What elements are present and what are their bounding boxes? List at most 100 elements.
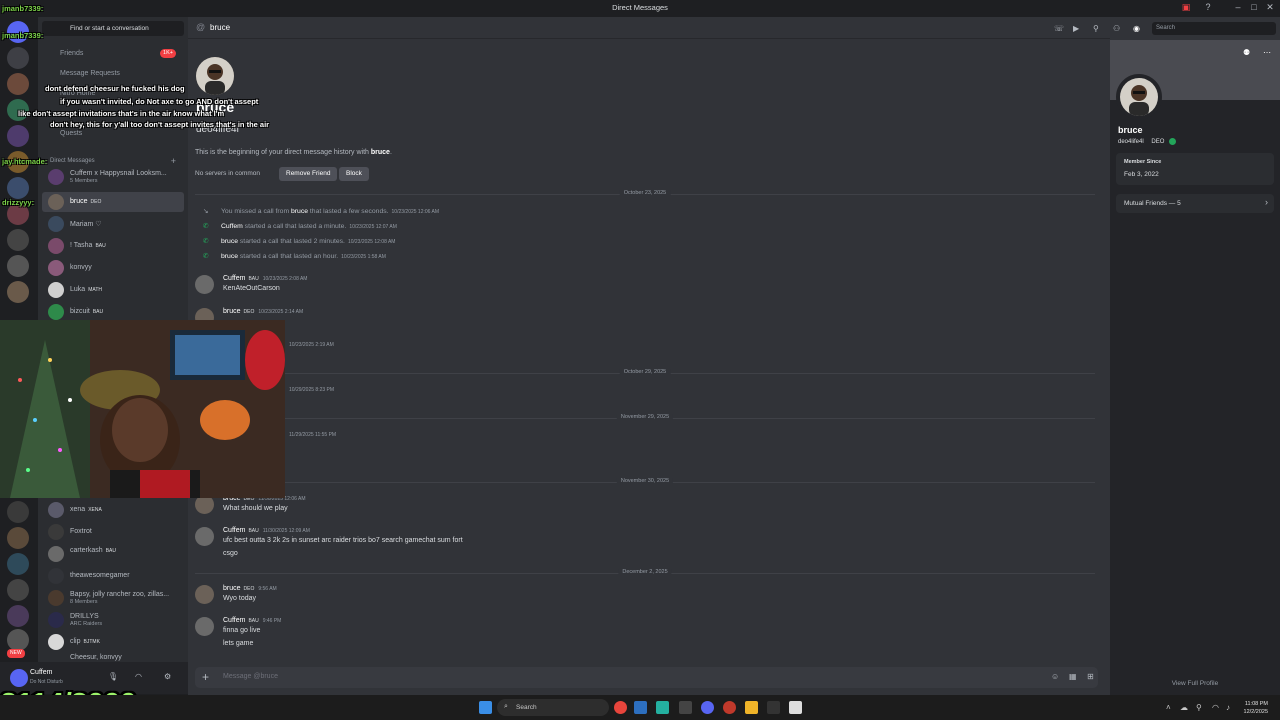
dm-item[interactable]: Bapsy, jolly rancher zoo, zillas... 8 Me… — [42, 588, 184, 608]
call-user[interactable]: bruce — [221, 238, 238, 245]
server-icon[interactable] — [7, 579, 29, 601]
mutual-friends-row[interactable]: Mutual Friends — 5 › — [1116, 194, 1274, 213]
profile-tag: DEO — [1151, 139, 1165, 146]
app-icon[interactable] — [634, 701, 647, 714]
microphone-icon[interactable]: 🎙 — [108, 672, 118, 682]
nav-quests[interactable]: Quests — [42, 126, 184, 142]
nav-message-requests[interactable]: Message Requests — [42, 66, 184, 82]
dm-item[interactable]: Mariam ♡ — [42, 214, 184, 234]
app-icon[interactable] — [679, 701, 692, 714]
dm-item[interactable]: xena XENA — [42, 500, 184, 520]
video-call-icon[interactable]: ▶ — [1073, 24, 1083, 34]
dm-item[interactable]: bizcuit BAU — [42, 302, 184, 322]
server-icon[interactable] — [7, 553, 29, 575]
block-button[interactable]: Block — [339, 167, 369, 181]
add-friends-icon[interactable]: ⚇ — [1113, 24, 1120, 33]
user-avatar[interactable] — [10, 669, 28, 687]
more-options-icon[interactable]: ⋯ — [1263, 48, 1271, 57]
tray-icon[interactable]: ⚲ — [1196, 703, 1202, 712]
author-name[interactable]: bruce — [223, 308, 241, 315]
dm-item[interactable]: Luka MATH — [42, 280, 184, 300]
app-icon[interactable] — [656, 701, 669, 714]
server-icon[interactable] — [7, 73, 29, 95]
dm-item[interactable]: Foxtrot — [42, 522, 184, 542]
clock[interactable]: 11:08 PM 12/2/2025 — [1244, 700, 1268, 716]
dm-item[interactable]: konvyy — [42, 258, 184, 278]
message-composer[interactable]: + Message @bruce ☺ ▦ ⊞ — [195, 667, 1098, 688]
profile-toggle-icon[interactable]: ◉ — [1133, 24, 1140, 33]
author-name[interactable]: bruce — [223, 585, 241, 592]
create-dm-icon[interactable]: + — [171, 156, 176, 166]
file-explorer-icon[interactable] — [745, 701, 758, 714]
volume-icon[interactable]: ♪ — [1226, 703, 1230, 712]
dm-item[interactable]: theawesomegamer — [42, 566, 184, 586]
dm-item-bruce[interactable]: bruce DEO — [42, 192, 184, 212]
terminal-icon[interactable] — [767, 701, 780, 714]
dm-item[interactable]: DRILLYS ARC Raiders — [42, 610, 184, 630]
avatar[interactable] — [195, 617, 214, 636]
call-user[interactable]: bruce — [221, 253, 238, 260]
member-since-label: Member Since — [1124, 159, 1162, 165]
close-button[interactable]: ✕ — [1264, 2, 1276, 14]
wifi-icon[interactable]: ◠ — [1212, 703, 1219, 712]
server-icon[interactable] — [7, 255, 29, 277]
voice-call-icon[interactable]: ☏ — [1054, 24, 1064, 34]
add-friend-icon[interactable]: ⚉ — [1243, 48, 1250, 57]
search-input[interactable]: Search — [1152, 22, 1276, 35]
timestamp: 10/29/2025 8:23 PM — [289, 387, 335, 393]
dm-item[interactable]: ! Tasha BAU — [42, 236, 184, 256]
avatar[interactable] — [195, 275, 214, 294]
server-icon[interactable] — [7, 47, 29, 69]
server-icon[interactable] — [7, 203, 29, 225]
avatar[interactable] — [195, 527, 214, 546]
nav-friends[interactable]: Friends 1K+ — [42, 46, 184, 62]
server-icon[interactable] — [7, 229, 29, 251]
help-icon[interactable]: ? — [1202, 2, 1214, 14]
minimize-button[interactable]: – — [1232, 2, 1244, 14]
settings-gear-icon[interactable]: ⚙ — [164, 672, 174, 682]
server-icon[interactable] — [7, 177, 29, 199]
taskbar-search[interactable]: ⌕ Search — [497, 699, 609, 716]
headphones-icon[interactable]: ◠ — [135, 672, 145, 682]
dm-item[interactable]: Cheesur, konvyy — [42, 653, 184, 662]
app-icon[interactable] — [789, 701, 802, 714]
dm-item[interactable]: carterkash BAU — [42, 544, 184, 564]
author-name[interactable]: Cuffem — [223, 527, 245, 534]
server-icon[interactable] — [7, 281, 29, 303]
sticker-icon[interactable]: ▦ — [1069, 672, 1080, 683]
emoji-icon[interactable]: ☺ — [1051, 672, 1062, 683]
author-name[interactable]: Cuffem — [223, 275, 245, 282]
server-icon[interactable] — [7, 501, 29, 523]
server-icon[interactable] — [7, 605, 29, 627]
dm-item[interactable]: Cuffem x Happysnail Looksm... 5 Members — [42, 167, 184, 187]
app-icon[interactable] — [723, 701, 736, 714]
discord-home-icon[interactable] — [7, 21, 29, 43]
inbox-icon[interactable]: ▣ — [1180, 2, 1192, 14]
dm-name: konvyy — [70, 264, 92, 271]
dm-section-header: Direct Messages + — [50, 156, 184, 166]
at-icon: @ — [196, 22, 206, 32]
server-icon[interactable] — [7, 629, 29, 651]
call-user[interactable]: Cuffem — [221, 223, 243, 230]
server-icon[interactable] — [7, 151, 29, 173]
dm-item[interactable]: clip BJTMK — [42, 632, 184, 652]
find-conversation-input[interactable]: Find or start a conversation — [42, 21, 184, 36]
server-icon[interactable] — [7, 527, 29, 549]
server-icon[interactable] — [7, 125, 29, 147]
server-icon[interactable] — [7, 99, 29, 121]
attach-plus-icon[interactable]: + — [202, 671, 214, 683]
maximize-button[interactable]: □ — [1248, 2, 1260, 14]
tray-icon[interactable]: ☁ — [1180, 703, 1188, 712]
apps-icon[interactable]: ⊞ — [1087, 672, 1098, 683]
pin-icon[interactable]: ⚲ — [1093, 24, 1103, 34]
chrome-icon[interactable] — [614, 701, 627, 714]
chevron-up-icon[interactable]: ˄ — [1166, 703, 1171, 712]
author-name[interactable]: Cuffem — [223, 617, 245, 624]
discord-icon[interactable] — [701, 701, 714, 714]
start-icon[interactable] — [479, 701, 492, 714]
call-user[interactable]: bruce — [291, 208, 308, 215]
remove-friend-button[interactable]: Remove Friend — [279, 167, 338, 181]
avatar[interactable] — [195, 585, 214, 604]
view-full-profile-link[interactable]: View Full Profile — [1110, 680, 1280, 687]
nav-nitro-home[interactable]: Nitro Home — [42, 86, 184, 102]
